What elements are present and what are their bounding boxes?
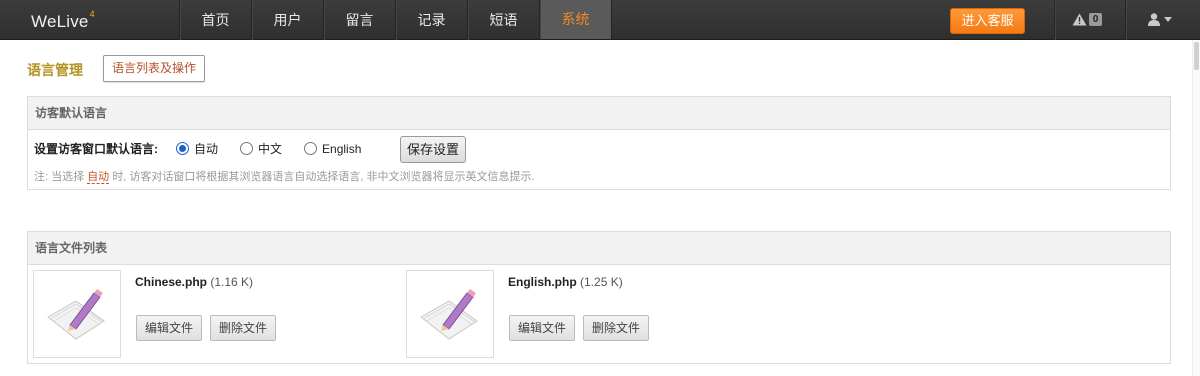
nav-item-users[interactable]: 用户	[252, 0, 324, 40]
file-name: Chinese.php (1.16 K)	[135, 275, 253, 289]
radio-label: 自动	[194, 142, 219, 156]
main-nav: 首页 用户 留言 记录 短语 系统	[179, 0, 612, 40]
save-settings-button[interactable]: 保存设置	[400, 136, 466, 163]
vertical-scrollbar[interactable]	[1192, 40, 1200, 376]
radio-english[interactable]: English	[304, 142, 361, 156]
brand-name: WeLive	[31, 12, 89, 31]
page-title: 语言管理	[27, 62, 83, 78]
nav-item-system[interactable]: 系统	[540, 0, 612, 39]
edit-file-button[interactable]: 编辑文件	[136, 315, 203, 341]
warning-icon	[1072, 13, 1087, 26]
note-highlight: 自动	[87, 171, 110, 184]
tab-language-list[interactable]: 语言列表及操作	[103, 55, 205, 82]
alert-count-badge: 0	[1089, 13, 1102, 26]
brand-logo[interactable]: WeLive4	[31, 9, 95, 32]
nav-item-phrases[interactable]: 短语	[468, 0, 540, 40]
user-icon	[1148, 13, 1160, 26]
delete-file-button[interactable]: 删除文件	[210, 315, 277, 341]
top-navbar: WeLive4 首页 用户 留言 记录 短语 系统 进入客服 0	[0, 0, 1200, 40]
file-name: English.php (1.25 K)	[508, 275, 623, 289]
file-thumbnail	[33, 270, 121, 358]
enter-service-button[interactable]: 进入客服	[950, 8, 1025, 34]
note-prefix: 注: 当选择	[34, 171, 88, 183]
default-language-row: 设置访客窗口默认语言: 自动 中文 English	[34, 140, 383, 157]
file-title: English.php	[508, 275, 577, 289]
panel-heading: 访客默认语言	[28, 97, 1170, 130]
file-size: (1.16 K)	[210, 275, 254, 289]
radio-chinese[interactable]: 中文	[240, 140, 282, 157]
chevron-down-icon	[1164, 17, 1172, 22]
nav-item-records[interactable]: 记录	[396, 0, 468, 40]
radio-label: English	[322, 141, 362, 156]
nav-divider	[1125, 0, 1126, 40]
edit-file-button[interactable]: 编辑文件	[509, 315, 576, 341]
user-menu[interactable]	[1148, 13, 1172, 26]
language-files-panel: 语言文件列表 Chinese.php (1.16 K) 编辑文件 删除文件 En…	[27, 231, 1171, 364]
radio-button[interactable]	[240, 142, 254, 155]
radio-button[interactable]	[304, 142, 318, 155]
nav-item-messages[interactable]: 留言	[324, 0, 396, 40]
radio-button[interactable]	[176, 142, 189, 155]
default-language-panel: 访客默认语言 设置访客窗口默认语言: 自动 中文 English 保存设置 注:…	[27, 96, 1171, 190]
nav-item-home[interactable]: 首页	[180, 0, 252, 40]
setting-note: 注: 当选择 自动 时, 访客对话窗口将根据其浏览器语言自动选择语言, 非中文浏…	[34, 168, 535, 184]
file-thumbnail	[406, 270, 494, 358]
radio-auto[interactable]: 自动	[176, 140, 218, 157]
scrollbar-thumb[interactable]	[1194, 42, 1199, 70]
panel-heading: 语言文件列表	[28, 232, 1170, 265]
brand-version: 4	[89, 9, 95, 20]
delete-file-button[interactable]: 删除文件	[583, 315, 650, 341]
note-suffix: 时, 访客对话窗口将根据其浏览器语言自动选择语言, 非中文浏览器将显示英文信息提…	[109, 171, 535, 183]
file-size: (1.25 K)	[580, 275, 623, 289]
file-title: Chinese.php	[135, 275, 208, 289]
radio-label: 中文	[258, 142, 283, 156]
document-edit-icon	[420, 289, 478, 340]
nav-divider	[1054, 0, 1055, 40]
setting-label: 设置访客窗口默认语言:	[34, 142, 158, 156]
alert-menu[interactable]: 0	[1072, 13, 1102, 26]
document-edit-icon	[47, 289, 105, 340]
